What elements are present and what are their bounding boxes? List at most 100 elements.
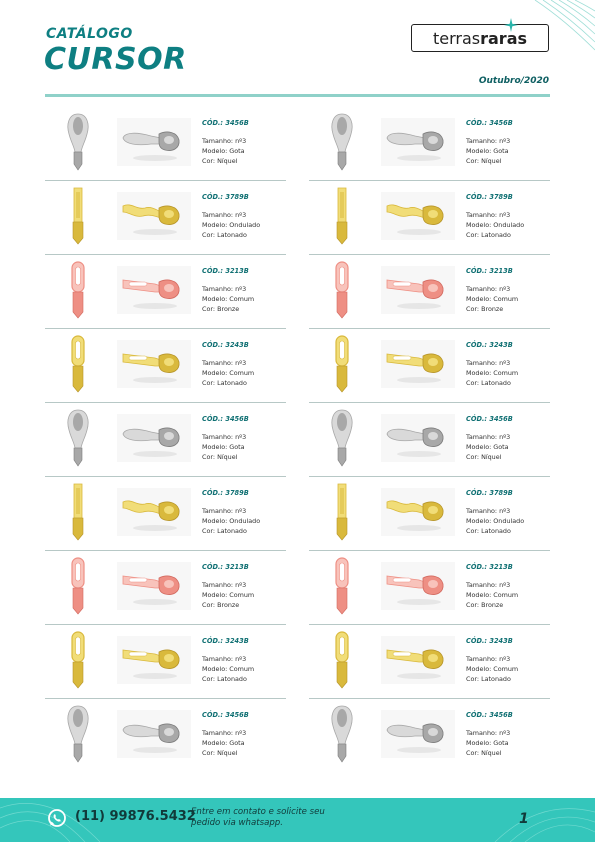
product-color: Cor: Latonado [202,527,247,535]
product-color: Cor: Níquel [466,157,502,165]
cta-line-1: Entre em contato e solicite seu [191,807,325,817]
row-divider [45,550,286,551]
row-divider [45,180,286,181]
product-info: CÓD.: 3243B Tamanho: nº3 Modelo: Comum Cor:… [202,637,288,684]
zipper-pull-front-image [72,483,84,541]
product-size: Tamanho: nº3 [202,433,247,441]
catalog-page: CATÁLOGO CURSOR terras raras Outubro/2020… [0,0,595,842]
zipper-pull-side-image [381,118,455,166]
product-model: Modelo: Comum [466,369,519,377]
zipper-pull-front-image [67,113,89,171]
product-size: Tamanho: nº3 [466,507,511,515]
product-info: CÓD.: 3243B Tamanho: nº3 Modelo: Comum Cor:… [466,341,552,388]
product-row: CÓD.: 3213B Tamanho: nº3 Modelo: Comum Cor:… [45,554,550,628]
product-color: Cor: Latonado [466,231,511,239]
product-color: Cor: Latonado [466,527,511,535]
product-size: Tamanho: nº3 [202,581,247,589]
product-color: Cor: Latonado [202,379,247,387]
product-code: CÓD.: 3213B [466,563,513,571]
product-row: CÓD.: 3456B Tamanho: nº3 Modelo: Gota Cor: … [45,702,550,776]
zipper-pull-side-image [381,340,455,388]
row-divider [309,402,550,403]
zipper-pull-front-image [331,705,353,763]
product-size: Tamanho: nº3 [466,729,511,737]
zipper-pull-side-image [117,118,191,166]
product-card: CÓD.: 3243B Tamanho: nº3 Modelo: Comum Cor:… [309,628,550,702]
product-card: CÓD.: 3789B Tamanho: nº3 Modelo: Ondulado C… [45,184,286,258]
product-model: Modelo: Gota [466,739,509,747]
product-info: CÓD.: 3456B Tamanho: nº3 Modelo: Gota Cor: … [466,415,552,462]
zipper-pull-front-image [331,409,353,467]
row-divider [309,476,550,477]
product-card: CÓD.: 3243B Tamanho: nº3 Modelo: Comum Cor:… [309,332,550,406]
brand-name-part1: terras [432,28,481,48]
product-code: CÓD.: 3243B [466,637,513,645]
product-code: CÓD.: 3456B [466,119,513,127]
row-divider [309,254,550,255]
product-model: Modelo: Ondulado [466,517,525,525]
product-model: Modelo: Comum [202,295,255,303]
row-divider [309,550,550,551]
product-size: Tamanho: nº3 [466,285,511,293]
product-code: CÓD.: 3213B [202,267,249,275]
product-model: Modelo: Gota [202,443,245,451]
zipper-pull-side-image [117,414,191,462]
product-size: Tamanho: nº3 [466,211,511,219]
product-code: CÓD.: 3213B [466,267,513,275]
product-info: CÓD.: 3213B Tamanho: nº3 Modelo: Comum Cor:… [202,563,288,610]
row-divider [45,624,286,625]
product-code: CÓD.: 3243B [202,637,249,645]
product-info: CÓD.: 3456B Tamanho: nº3 Modelo: Gota Cor: … [202,415,288,462]
row-divider [45,698,286,699]
product-info: CÓD.: 3213B Tamanho: nº3 Modelo: Comum Cor:… [466,267,552,314]
product-color: Cor: Níquel [202,453,238,461]
product-color: Cor: Latonado [202,675,247,683]
product-size: Tamanho: nº3 [202,285,247,293]
product-size: Tamanho: nº3 [466,581,511,589]
product-code: CÓD.: 3243B [466,341,513,349]
page-title: CURSOR [44,42,187,77]
page-number: 1 [519,811,529,827]
product-card: CÓD.: 3213B Tamanho: nº3 Modelo: Comum Cor:… [309,554,550,628]
product-model: Modelo: Ondulado [466,221,525,229]
zipper-pull-front-image [71,335,85,393]
product-info: CÓD.: 3243B Tamanho: nº3 Modelo: Comum Cor:… [466,637,552,684]
zipper-pull-side-image [381,414,455,462]
product-size: Tamanho: nº3 [202,359,247,367]
product-code: CÓD.: 3789B [202,489,249,497]
product-card: CÓD.: 3213B Tamanho: nº3 Modelo: Comum Cor:… [45,554,286,628]
phone-number[interactable]: (11) 99876.5432 [75,809,196,824]
product-card: CÓD.: 3456B Tamanho: nº3 Modelo: Gota Cor: … [309,406,550,480]
product-size: Tamanho: nº3 [466,137,511,145]
row-divider [309,698,550,699]
product-size: Tamanho: nº3 [202,137,247,145]
product-row: CÓD.: 3243B Tamanho: nº3 Modelo: Comum Cor:… [45,332,550,406]
product-card: CÓD.: 3243B Tamanho: nº3 Modelo: Comum Cor:… [45,332,286,406]
zipper-pull-front-image [67,705,89,763]
zipper-pull-side-image [117,710,191,758]
product-model: Modelo: Ondulado [202,517,261,525]
product-code: CÓD.: 3789B [466,489,513,497]
zipper-pull-side-image [381,710,455,758]
row-divider [45,476,286,477]
whatsapp-icon[interactable] [47,808,67,828]
zipper-pull-side-image [117,636,191,684]
zipper-pull-side-image [381,488,455,536]
product-color: Cor: Bronze [202,601,240,609]
product-code: CÓD.: 3456B [466,415,513,423]
product-card: CÓD.: 3456B Tamanho: nº3 Modelo: Gota Cor: … [45,406,286,480]
zipper-pull-side-image [381,636,455,684]
product-model: Modelo: Comum [466,295,519,303]
zipper-pull-front-image [335,631,349,689]
zipper-pull-side-image [117,266,191,314]
zipper-pull-front-image [336,187,348,245]
footer: (11) 99876.5432 Entre em contato e solic… [0,798,595,842]
product-card: CÓD.: 3456B Tamanho: nº3 Modelo: Gota Cor: … [45,702,286,776]
product-code: CÓD.: 3789B [466,193,513,201]
product-size: Tamanho: nº3 [466,433,511,441]
product-model: Modelo: Gota [202,739,245,747]
zipper-pull-side-image [381,192,455,240]
sparkle-icon [504,18,518,32]
product-color: Cor: Latonado [466,379,511,387]
product-info: CÓD.: 3789B Tamanho: nº3 Modelo: Ondulado C… [466,489,552,536]
